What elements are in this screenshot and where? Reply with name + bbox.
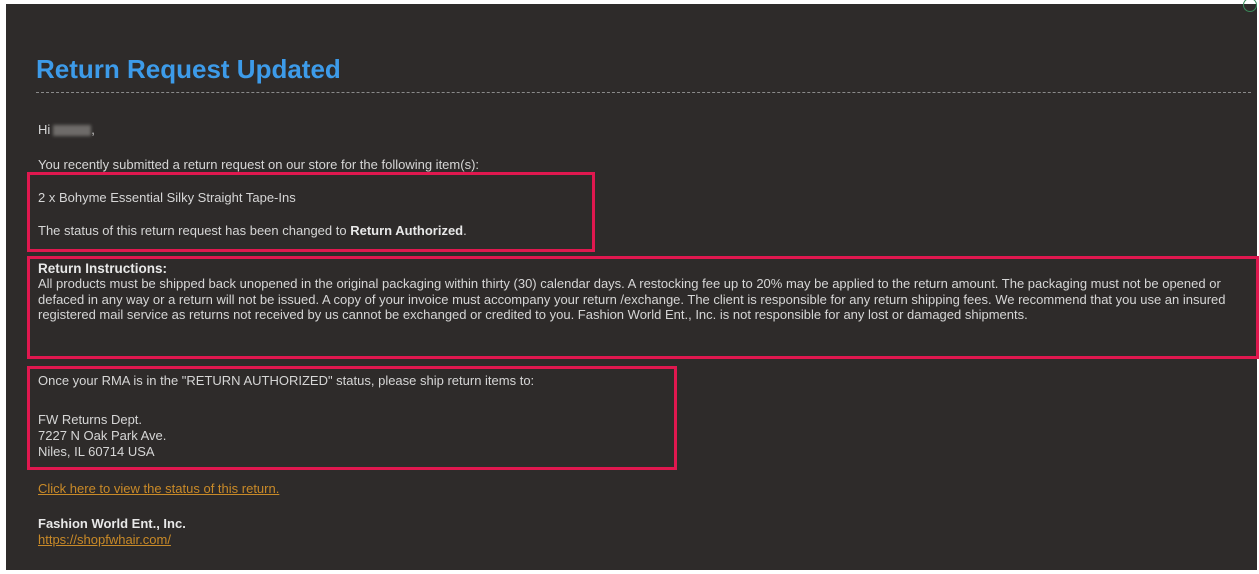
greeting: Hi,: [38, 122, 95, 138]
email-body: Return Request Updated Hi, You recently …: [6, 0, 1259, 570]
highlight-box-item-status: [27, 172, 595, 252]
ship-instruction: Once your RMA is in the "RETURN AUTHORIZ…: [38, 373, 535, 388]
status-prefix: The status of this return request has be…: [38, 223, 347, 238]
redacted-name: [53, 125, 92, 137]
instructions-heading: Return Instructions:: [38, 261, 168, 276]
status-value: Return Authorized: [350, 223, 464, 238]
returned-item: 2 x Bohyme Essential Silky Straight Tape…: [38, 190, 296, 205]
status-circle-icon: [1243, 0, 1257, 12]
intro-text: You recently submitted a return request …: [38, 157, 480, 172]
status-line: The status of this return request has be…: [38, 223, 467, 239]
view-status-link[interactable]: Click here to view the status of this re…: [38, 481, 279, 497]
dashed-divider: [36, 92, 1251, 93]
status-suffix: .: [463, 223, 467, 238]
instructions-body: All products must be shipped back unopen…: [38, 276, 1226, 322]
email-title: Return Request Updated: [36, 54, 341, 84]
address-line-3: Niles, IL 60714 USA: [38, 444, 155, 459]
address-line-2: 7227 N Oak Park Ave.: [38, 428, 167, 443]
company-name: Fashion World Ent., Inc.: [38, 516, 186, 531]
website-link[interactable]: https://shopfwhair.com/: [38, 532, 171, 548]
address-line-1: FW Returns Dept.: [38, 412, 143, 427]
greeting-prefix: Hi: [38, 122, 51, 137]
greeting-suffix: ,: [91, 122, 95, 137]
